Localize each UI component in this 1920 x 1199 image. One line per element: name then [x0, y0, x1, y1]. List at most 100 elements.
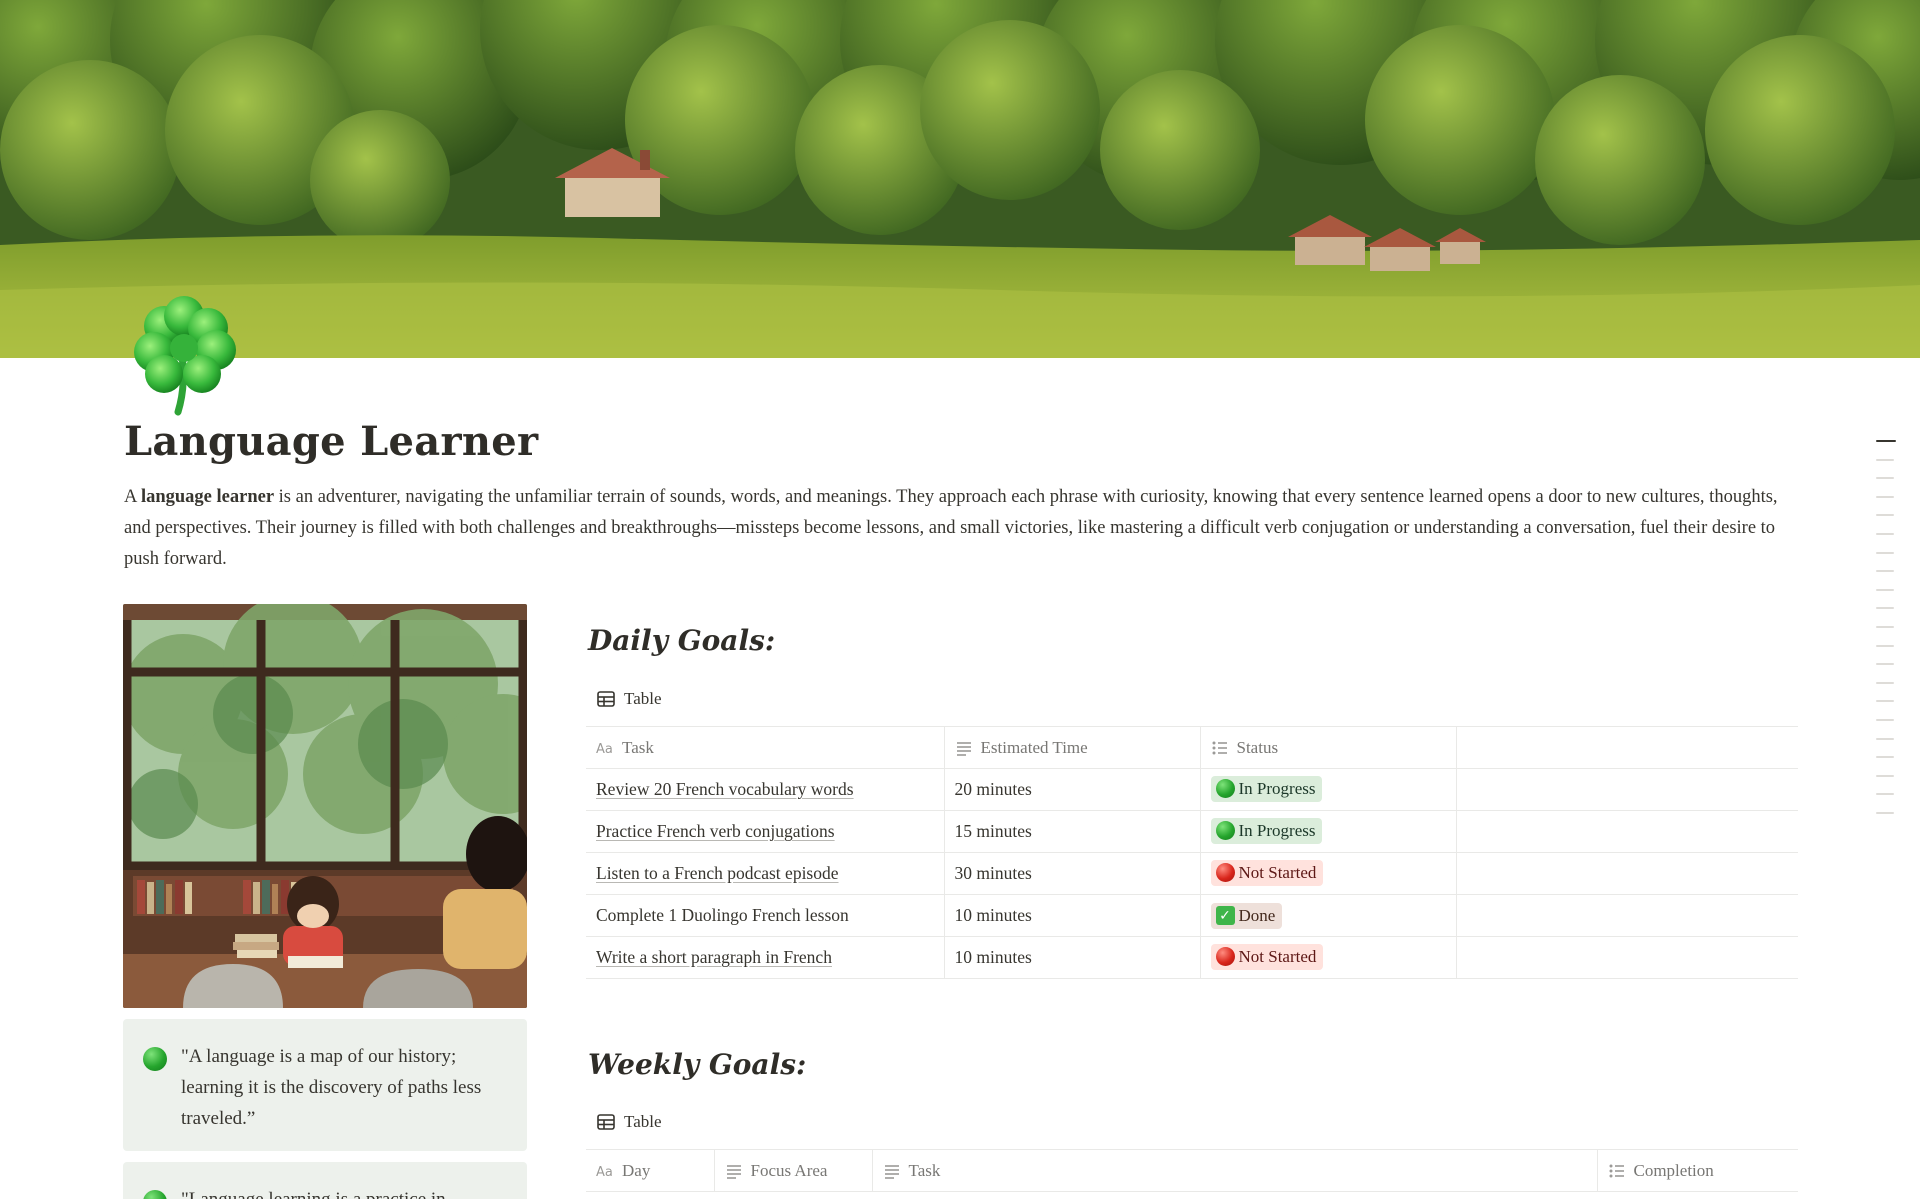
intro-rest: is an adventurer, navigating the unfamil… — [124, 487, 1778, 569]
table-of-contents-indicator[interactable] — [1876, 440, 1896, 830]
toc-line[interactable] — [1876, 681, 1894, 684]
quote-text: "A language is a map of our history; lea… — [181, 1046, 482, 1129]
table-row[interactable]: Write a short paragraph in French 10 min… — [586, 936, 1798, 979]
status-cell[interactable]: In Progress — [1200, 768, 1457, 811]
empty-cell — [1456, 936, 1798, 979]
task-title[interactable]: Practice French verb conjugations — [596, 821, 835, 841]
view-tab-label: Table — [624, 689, 662, 708]
toc-line[interactable] — [1876, 756, 1894, 759]
table-row[interactable]: Review 20 French vocabulary words 20 min… — [586, 768, 1798, 811]
weekly-goals-table: Aa Day Focus Area Task Completion — [586, 1149, 1798, 1192]
task-title[interactable]: Write a short paragraph in French — [596, 947, 832, 967]
shamrock-icon[interactable] — [124, 296, 248, 416]
time-cell[interactable]: 30 minutes — [944, 852, 1201, 895]
column-header-day[interactable]: Aa Day — [586, 1149, 715, 1192]
empty-cell — [1456, 810, 1798, 853]
toc-line[interactable] — [1876, 793, 1894, 796]
toc-line[interactable] — [1876, 811, 1894, 814]
table-icon — [597, 1114, 615, 1130]
weekly-table-view-tab[interactable]: Table — [596, 1108, 662, 1136]
intro-prefix: A — [124, 487, 141, 507]
quote-text: "Language learning is a practice in — [181, 1189, 446, 1199]
list-property-icon — [1212, 741, 1227, 754]
toc-line[interactable] — [1876, 700, 1894, 703]
toc-line[interactable] — [1876, 718, 1894, 721]
svg-text:Aa: Aa — [596, 1165, 613, 1180]
status-cell[interactable]: In Progress — [1200, 810, 1457, 853]
empty-cell — [1456, 768, 1798, 811]
weekly-goals-heading: Weekly Goals: — [588, 1048, 807, 1081]
toc-line[interactable] — [1876, 644, 1894, 647]
time-cell[interactable]: 15 minutes — [944, 810, 1201, 853]
toc-line[interactable] — [1876, 458, 1894, 461]
task-cell[interactable]: Write a short paragraph in French — [586, 936, 945, 979]
status-label: In Progress — [1238, 778, 1316, 798]
status-badge: In Progress — [1210, 775, 1323, 802]
column-label: Task — [622, 737, 654, 757]
table-row[interactable]: Complete 1 Duolingo French lesson 10 min… — [586, 894, 1798, 937]
daily-goals-heading: Daily Goals: — [588, 624, 776, 657]
toc-line[interactable] — [1876, 514, 1894, 517]
empty-cell — [1456, 852, 1798, 895]
table-row[interactable]: Practice French verb conjugations 15 min… — [586, 810, 1798, 853]
toc-line[interactable] — [1876, 588, 1894, 591]
countryside-landscape-cover — [0, 0, 1920, 358]
column-label: Day — [622, 1160, 651, 1180]
status-label: Not Started — [1238, 946, 1317, 966]
quote-callout[interactable]: "Language learning is a practice in — [123, 1162, 527, 1199]
red-circle-icon — [1215, 947, 1235, 967]
library-study-illustration — [123, 604, 527, 1008]
check-mark-icon: ✓ — [1215, 906, 1235, 925]
task-cell[interactable]: Complete 1 Duolingo French lesson — [586, 894, 945, 937]
status-label: Done — [1238, 905, 1276, 925]
green-circle-icon — [143, 1190, 167, 1199]
column-label: Task — [908, 1160, 941, 1180]
column-label: Estimated Time — [980, 737, 1088, 757]
task-title[interactable]: Complete 1 Duolingo French lesson — [596, 905, 849, 925]
toc-line[interactable] — [1876, 495, 1894, 498]
toc-line[interactable] — [1876, 774, 1894, 777]
task-title[interactable]: Review 20 French vocabulary words — [596, 779, 854, 799]
task-cell[interactable]: Practice French verb conjugations — [586, 810, 945, 853]
task-title[interactable]: Listen to a French podcast episode — [596, 863, 839, 883]
quote-callout[interactable]: "A language is a map of our history; lea… — [123, 1019, 527, 1151]
task-cell[interactable]: Review 20 French vocabulary words — [586, 768, 945, 811]
status-cell[interactable]: ✓ Done — [1200, 894, 1457, 937]
list-property-icon — [1609, 1164, 1624, 1177]
column-label: Status — [1236, 737, 1279, 757]
table-row[interactable]: Listen to a French podcast episode 30 mi… — [586, 852, 1798, 895]
table-header-row: Aa Task Estimated Time Status — [586, 726, 1798, 769]
time-cell[interactable]: 20 minutes — [944, 768, 1201, 811]
status-badge: In Progress — [1210, 817, 1323, 844]
title-property-icon: Aa — [596, 742, 613, 757]
toc-line[interactable] — [1876, 570, 1894, 573]
status-label: In Progress — [1238, 820, 1316, 840]
toc-line[interactable] — [1876, 551, 1894, 554]
column-header-task[interactable]: Task — [872, 1149, 1598, 1192]
time-cell[interactable]: 10 minutes — [944, 936, 1201, 979]
toc-line[interactable] — [1876, 607, 1894, 610]
green-circle-icon — [1215, 821, 1235, 841]
view-tab-label: Table — [624, 1112, 662, 1131]
time-cell[interactable]: 10 minutes — [944, 894, 1201, 937]
toc-line[interactable] — [1876, 625, 1894, 628]
column-header-focus-area[interactable]: Focus Area — [714, 1149, 873, 1192]
toc-line[interactable] — [1876, 440, 1896, 442]
page-cover — [0, 0, 1920, 358]
column-header-task[interactable]: Aa Task — [586, 726, 945, 769]
column-header-completion[interactable]: Completion — [1597, 1149, 1798, 1192]
toc-line[interactable] — [1876, 737, 1894, 740]
page-title[interactable]: Language Learner — [124, 418, 538, 465]
toc-line[interactable] — [1876, 532, 1894, 535]
red-circle-icon — [1215, 863, 1235, 883]
status-cell[interactable]: Not Started — [1200, 852, 1457, 895]
status-badge: Not Started — [1210, 859, 1324, 886]
toc-line[interactable] — [1876, 663, 1894, 666]
status-badge: ✓ Done — [1210, 902, 1283, 929]
column-header-status[interactable]: Status — [1200, 726, 1457, 769]
task-cell[interactable]: Listen to a French podcast episode — [586, 852, 945, 895]
column-header-estimated-time[interactable]: Estimated Time — [944, 726, 1201, 769]
toc-line[interactable] — [1876, 477, 1894, 480]
daily-table-view-tab[interactable]: Table — [596, 685, 662, 713]
status-cell[interactable]: Not Started — [1200, 936, 1457, 979]
